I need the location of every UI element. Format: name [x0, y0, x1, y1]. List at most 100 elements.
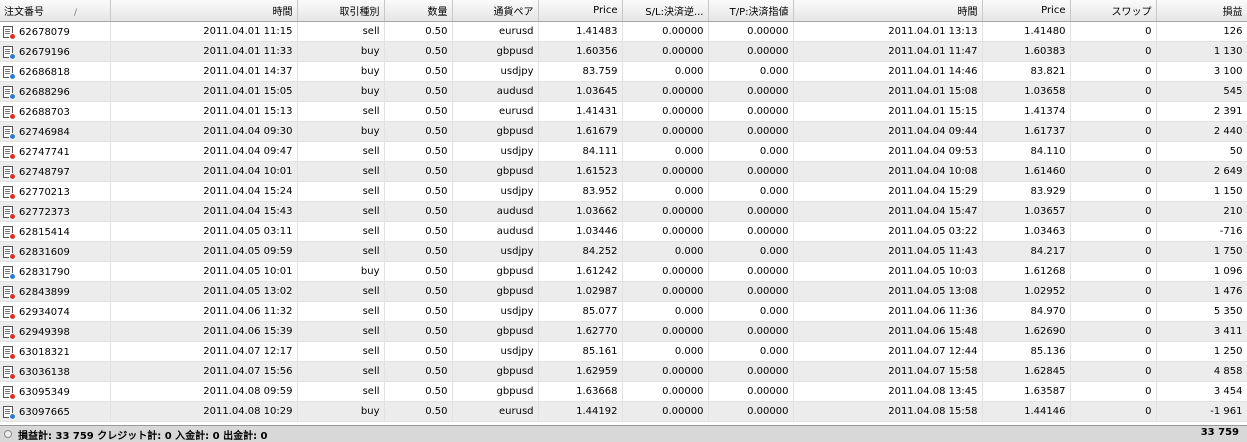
- ticket-number: 62770213: [19, 186, 70, 198]
- cell-open-price: 1.62770: [538, 321, 623, 342]
- cell-profit: 2 440: [1156, 121, 1247, 142]
- ticket-number: 62686818: [19, 66, 70, 78]
- cell-type: sell: [297, 141, 385, 162]
- ticket-number: 62934074: [19, 306, 70, 318]
- cell-open-time: 2011.04.07 15:56: [110, 361, 298, 382]
- cell-size: 0.50: [384, 81, 453, 102]
- table-row[interactable]: 62748797 2011.04.04 10:01 sell 0.50 gbpusd 1.…: [0, 161, 1247, 182]
- cell-swap: 0: [1070, 181, 1157, 202]
- cell-type: sell: [297, 241, 385, 262]
- table-row[interactable]: 62831790 2011.04.05 10:01 buy 0.50 gbpusd 1.6…: [0, 261, 1247, 282]
- ticket-number: 63018321: [19, 346, 70, 358]
- cell-ticket: 62688296: [0, 81, 111, 102]
- cell-swap: 0: [1070, 281, 1157, 302]
- cell-stop-loss: 0.000: [622, 241, 709, 262]
- sell-order-icon: [3, 345, 16, 360]
- cell-stop-loss: 0.000: [622, 141, 709, 162]
- table-row[interactable]: 62688296 2011.04.01 15:05 buy 0.50 audusd 1.0…: [0, 81, 1247, 102]
- column-header-size[interactable]: 数量: [384, 0, 453, 22]
- column-header-open-time[interactable]: 時間: [110, 0, 298, 22]
- table-row[interactable]: 62686818 2011.04.01 14:37 buy 0.50 usdjpy 83.…: [0, 61, 1247, 82]
- cell-ticket: 62831790: [0, 261, 111, 282]
- cell-profit: 50: [1156, 141, 1247, 162]
- cell-stop-loss: 0.00000: [622, 21, 709, 42]
- table-row[interactable]: 63036138 2011.04.07 15:56 sell 0.50 gbpusd 1.…: [0, 361, 1247, 382]
- column-header-close-price[interactable]: Price: [982, 0, 1071, 22]
- cell-open-time: 2011.04.04 10:01: [110, 161, 298, 182]
- table-row[interactable]: 62679196 2011.04.01 11:33 buy 0.50 gbpusd 1.6…: [0, 41, 1247, 62]
- column-header-ticket[interactable]: 注文番号 /: [0, 0, 111, 22]
- buy-order-icon: [3, 125, 16, 140]
- cell-size: 0.50: [384, 201, 453, 222]
- order-direction-dot-icon: [9, 392, 16, 400]
- order-direction-dot-icon: [9, 152, 16, 160]
- table-row[interactable]: 63097665 2011.04.08 10:29 buy 0.50 eurusd 1.4…: [0, 401, 1247, 422]
- column-header-profit[interactable]: 損益: [1156, 0, 1247, 22]
- cell-symbol: gbpusd: [452, 321, 539, 342]
- ticket-number: 62748797: [19, 166, 70, 178]
- sell-order-icon: [3, 285, 16, 300]
- cell-stop-loss: 0.000: [622, 61, 709, 82]
- table-row[interactable]: 62688703 2011.04.01 15:13 sell 0.50 eurusd 1.…: [0, 101, 1247, 122]
- cell-open-price: 1.03662: [538, 201, 623, 222]
- cell-open-price: 1.44192: [538, 401, 623, 422]
- cell-type: sell: [297, 21, 385, 42]
- cell-open-time: 2011.04.08 10:29: [110, 401, 298, 422]
- sell-order-icon: [3, 25, 16, 40]
- cell-take-profit: 0.000: [708, 241, 794, 262]
- cell-take-profit: 0.000: [708, 341, 794, 362]
- cell-stop-loss: 0.00000: [622, 161, 709, 182]
- cell-type: buy: [297, 261, 385, 282]
- cell-type: sell: [297, 381, 385, 402]
- sort-arrow-icon: /: [74, 8, 78, 18]
- ticket-number: 62831790: [19, 266, 70, 278]
- cell-swap: 0: [1070, 241, 1157, 262]
- sell-order-icon: [3, 365, 16, 380]
- cell-size: 0.50: [384, 161, 453, 182]
- cell-symbol: usdjpy: [452, 61, 539, 82]
- cell-open-time: 2011.04.06 15:39: [110, 321, 298, 342]
- cell-close-time: 2011.04.04 15:29: [793, 181, 983, 202]
- cell-symbol: eurusd: [452, 401, 539, 422]
- table-row[interactable]: 62770213 2011.04.04 15:24 sell 0.50 usdjpy 83…: [0, 181, 1247, 202]
- column-header-take-profit[interactable]: T/P:決済指値: [708, 0, 794, 22]
- cell-swap: 0: [1070, 401, 1157, 422]
- cell-open-price: 1.41483: [538, 21, 623, 42]
- column-header-symbol[interactable]: 通貨ペア: [452, 0, 539, 22]
- cell-ticket: 62748797: [0, 161, 111, 182]
- table-row[interactable]: 62949398 2011.04.06 15:39 sell 0.50 gbpusd 1.…: [0, 321, 1247, 342]
- cell-open-time: 2011.04.01 14:37: [110, 61, 298, 82]
- table-row[interactable]: 62747741 2011.04.04 09:47 sell 0.50 usdjpy 84…: [0, 141, 1247, 162]
- order-direction-dot-icon: [9, 352, 16, 360]
- cell-ticket: 62772373: [0, 201, 111, 222]
- cell-ticket: 62678079: [0, 21, 111, 42]
- column-header-type[interactable]: 取引種別: [297, 0, 385, 22]
- table-row[interactable]: 63018321 2011.04.07 12:17 sell 0.50 usdjpy 85…: [0, 341, 1247, 362]
- cell-symbol: eurusd: [452, 21, 539, 42]
- table-row[interactable]: 62934074 2011.04.06 11:32 sell 0.50 usdjpy 85…: [0, 301, 1247, 322]
- cell-type: buy: [297, 121, 385, 142]
- cell-open-time: 2011.04.01 11:15: [110, 21, 298, 42]
- table-row[interactable]: 62678079 2011.04.01 11:15 sell 0.50 eurusd 1.…: [0, 21, 1247, 42]
- column-header-open-price[interactable]: Price: [538, 0, 623, 22]
- column-header-stop-loss[interactable]: S/L:決済逆...: [622, 0, 709, 22]
- cell-stop-loss: 0.000: [622, 341, 709, 362]
- table-row[interactable]: 62815414 2011.04.05 03:11 sell 0.50 audusd 1.…: [0, 221, 1247, 242]
- table-row[interactable]: 62843899 2011.04.05 13:02 sell 0.50 gbpusd 1.…: [0, 281, 1247, 302]
- table-row[interactable]: 63095349 2011.04.08 09:59 sell 0.50 gbpusd 1.…: [0, 381, 1247, 402]
- ticket-number: 62688296: [19, 86, 70, 98]
- cell-close-time: 2011.04.04 10:08: [793, 161, 983, 182]
- cell-open-price: 1.02987: [538, 281, 623, 302]
- cell-open-price: 1.61242: [538, 261, 623, 282]
- table-row[interactable]: 62772373 2011.04.04 15:43 sell 0.50 audusd 1.…: [0, 201, 1247, 222]
- cell-type: sell: [297, 201, 385, 222]
- sell-order-icon: [3, 225, 16, 240]
- summary-text: 損益計: 33 759 クレジット計: 0 入金計: 0 出金計: 0: [18, 431, 268, 442]
- cell-close-price: 1.60383: [982, 41, 1071, 62]
- table-row[interactable]: 62746984 2011.04.04 09:30 buy 0.50 gbpusd 1.6…: [0, 121, 1247, 142]
- table-row[interactable]: 62831609 2011.04.05 09:59 sell 0.50 usdjpy 84…: [0, 241, 1247, 262]
- order-direction-dot-icon: [9, 332, 16, 340]
- ticket-number: 62678079: [19, 26, 70, 38]
- column-header-swap[interactable]: スワップ: [1070, 0, 1157, 22]
- column-header-close-time[interactable]: 時間: [793, 0, 983, 22]
